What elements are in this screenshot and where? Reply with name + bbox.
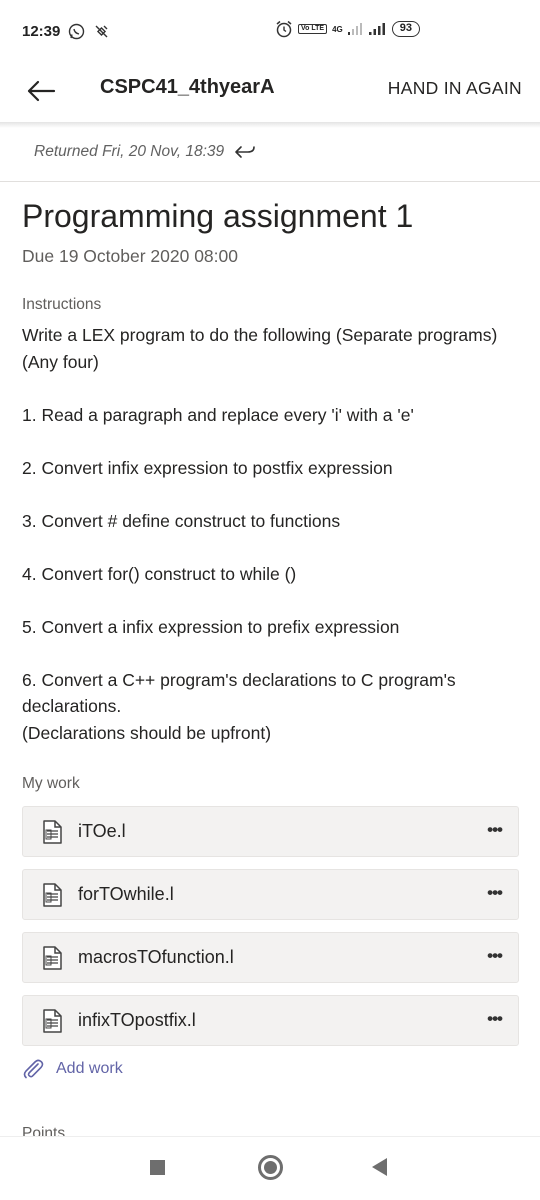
app-bar-shadow xyxy=(0,122,540,128)
file-name: macrosTOfunction.l xyxy=(78,947,234,967)
file-item[interactable]: iTOe.l ••• xyxy=(22,806,519,857)
clock: 12:39 xyxy=(22,22,61,40)
status-left: 12:39 xyxy=(22,23,110,40)
nav-back-button[interactable] xyxy=(372,1158,387,1176)
file-name: infixTOpostfix.l xyxy=(78,1010,196,1030)
file-name: forTOwhile.l xyxy=(78,884,174,904)
more-options-button[interactable]: ••• xyxy=(487,1009,503,1029)
more-options-button[interactable]: ••• xyxy=(487,820,503,840)
file-item[interactable]: forTOwhile.l ••• xyxy=(22,869,519,920)
alarm-icon xyxy=(275,20,293,38)
file-icon xyxy=(43,946,62,970)
status-right: Vo LTE 4G 93 xyxy=(275,20,420,38)
status-bar: 12:39 Vo LTE 4G 93 xyxy=(0,0,540,62)
home-button[interactable] xyxy=(258,1155,283,1180)
paperclip-icon xyxy=(23,1059,44,1079)
satellite-icon xyxy=(93,23,110,40)
instructions-label: Instructions xyxy=(22,296,102,313)
assignment-title: Programming assignment 1 xyxy=(22,198,414,234)
add-work-button[interactable]: Add work xyxy=(22,1058,123,1080)
back-button[interactable] xyxy=(24,74,58,108)
whatsapp-icon xyxy=(68,23,85,40)
points-label: Points xyxy=(22,1125,66,1136)
navigation-bar xyxy=(0,1136,540,1200)
return-arrow-icon xyxy=(235,146,255,158)
due-date: Due 19 October 2020 08:00 xyxy=(22,246,238,266)
more-options-button[interactable]: ••• xyxy=(487,946,503,966)
my-work-label: My work xyxy=(22,775,80,792)
volte-badge: Vo LTE xyxy=(298,24,328,34)
divider xyxy=(0,181,540,182)
instructions-text: Write a LEX program to do the following … xyxy=(22,325,498,743)
more-options-button[interactable]: ••• xyxy=(487,883,503,903)
file-name: iTOe.l xyxy=(78,821,126,841)
recents-button[interactable] xyxy=(150,1160,165,1175)
arrow-left-icon xyxy=(27,80,56,102)
signal-strong-icon xyxy=(368,23,387,35)
battery-indicator: 93 xyxy=(391,21,420,37)
app-bar: CSPC41_4thyearA HAND IN AGAIN xyxy=(0,62,540,122)
hand-in-again-button[interactable]: HAND IN AGAIN xyxy=(388,78,522,99)
returned-text: Returned Fri, 20 Nov, 18:39 xyxy=(34,143,225,160)
file-icon xyxy=(43,1009,62,1033)
file-icon xyxy=(43,883,62,907)
signal-weak-icon xyxy=(347,23,364,35)
file-icon xyxy=(43,820,62,844)
network-label: 4G xyxy=(332,24,343,34)
add-work-label: Add work xyxy=(56,1060,123,1077)
file-item[interactable]: macrosTOfunction.l ••• xyxy=(22,932,519,983)
file-item[interactable]: infixTOpostfix.l ••• xyxy=(22,995,519,1046)
class-title: CSPC41_4thyearA xyxy=(100,76,275,98)
returned-status: Returned Fri, 20 Nov, 18:39 xyxy=(34,143,256,161)
